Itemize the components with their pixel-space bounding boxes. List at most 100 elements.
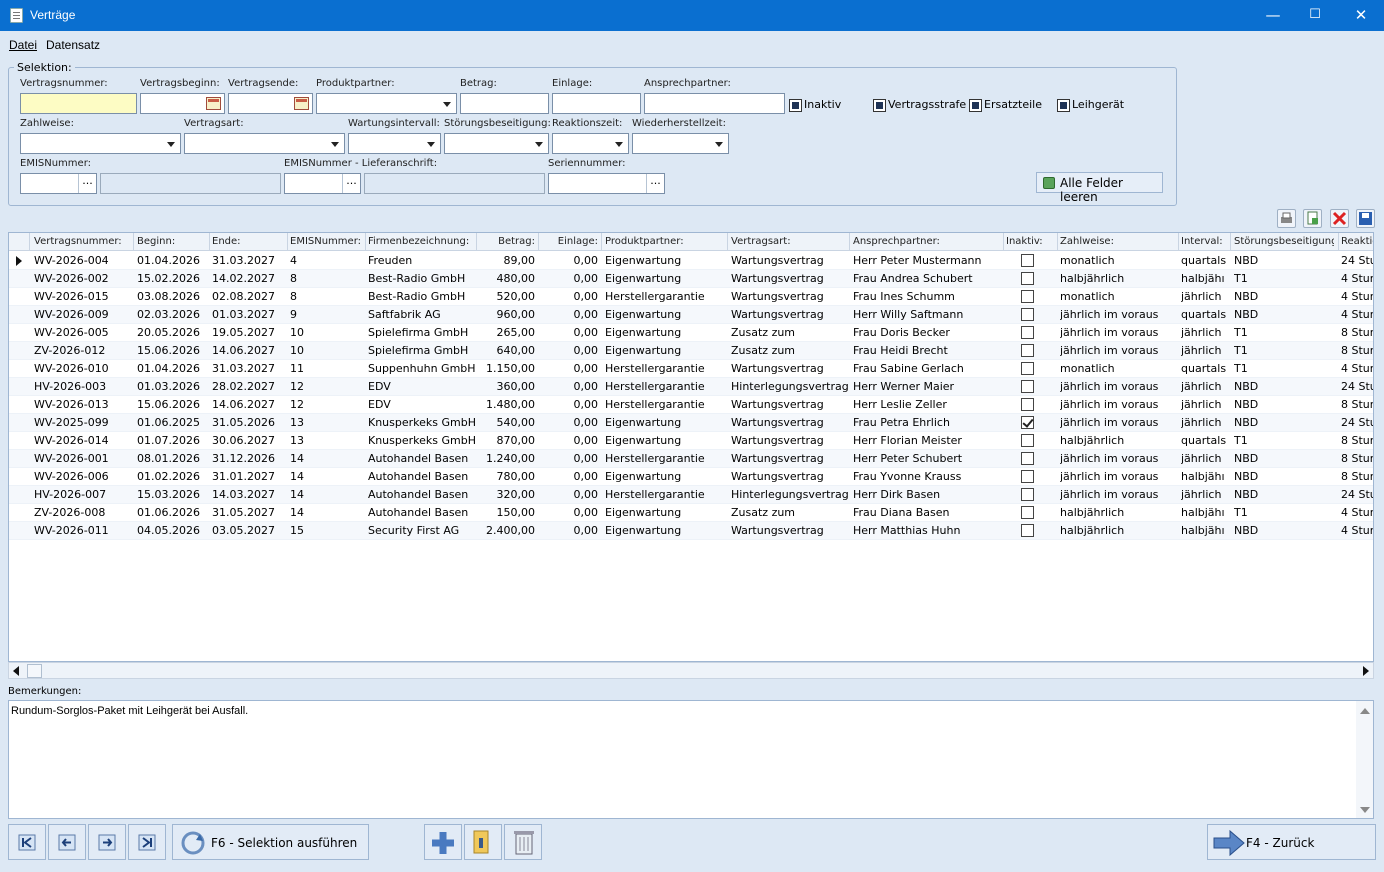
header-separator[interactable] xyxy=(287,233,288,251)
remarks-scrollbar[interactable] xyxy=(1356,701,1373,818)
column-header[interactable]: Vertragsnummer: xyxy=(34,236,134,247)
header-separator[interactable] xyxy=(538,233,539,251)
column-header[interactable]: Firmenbezeichnung: xyxy=(368,236,476,247)
emis-delivery-lookup-button[interactable]: ... xyxy=(342,174,360,193)
horizontal-scrollbar[interactable] xyxy=(8,662,1374,679)
table-row[interactable]: WV-2026-004 01.04.2026 31.03.2027 4 Freuden 8… xyxy=(9,252,1373,270)
next-record-button[interactable] xyxy=(88,824,126,860)
table-row[interactable]: WV-2026-005 20.05.2026 19.05.2027 10 Spielef… xyxy=(9,324,1373,342)
header-separator[interactable] xyxy=(365,233,366,251)
calendar-icon[interactable] xyxy=(294,97,309,110)
table-row[interactable]: HV-2026-007 15.03.2026 14.03.2027 14 Autohan… xyxy=(9,486,1373,504)
table-row[interactable]: WV-2026-011 04.05.2026 03.05.2027 15 Securit… xyxy=(9,522,1373,540)
column-header[interactable]: Vertragsart: xyxy=(731,236,849,247)
emis-delivery-input[interactable]: ... xyxy=(284,173,361,194)
contract-start-input[interactable] xyxy=(140,93,225,114)
column-header[interactable]: Inaktiv: xyxy=(1006,236,1056,247)
first-record-button[interactable] xyxy=(8,824,46,860)
table-row[interactable]: WV-2026-010 01.04.2026 31.03.2027 11 Suppenh… xyxy=(9,360,1373,378)
table-row[interactable]: WV-2026-015 03.08.2026 02.08.2027 8 Best-Rad… xyxy=(9,288,1373,306)
table-row[interactable]: WV-2026-002 15.02.2026 14.02.2027 8 Best-Rad… xyxy=(9,270,1373,288)
menu-record[interactable]: Datensatz xyxy=(46,38,100,52)
last-record-button[interactable] xyxy=(128,824,166,860)
maximize-button[interactable]: ☐ xyxy=(1292,0,1338,31)
header-separator[interactable] xyxy=(601,233,602,251)
column-header[interactable]: Beginn: xyxy=(137,236,209,247)
contracts-grid[interactable]: Vertragsnummer: Beginn: Ende: EMISNummer: Fi… xyxy=(8,232,1374,662)
column-header[interactable]: Einlage: xyxy=(540,236,598,247)
header-separator[interactable] xyxy=(1178,233,1179,251)
row-inactive-checkbox[interactable] xyxy=(1021,380,1034,393)
delete-record-icon[interactable] xyxy=(1330,209,1349,228)
column-header[interactable]: Ende: xyxy=(212,236,287,247)
header-separator[interactable] xyxy=(849,233,850,251)
column-header[interactable]: Reaktio xyxy=(1341,236,1373,247)
row-inactive-checkbox[interactable] xyxy=(1021,308,1034,321)
row-inactive-checkbox[interactable] xyxy=(1021,254,1034,267)
table-row[interactable]: WV-2026-009 02.03.2026 01.03.2027 9 Saftfabr… xyxy=(9,306,1373,324)
serial-lookup-button[interactable]: ... xyxy=(646,174,664,193)
calendar-icon[interactable] xyxy=(206,97,221,110)
remarks-textarea[interactable]: Rundum-Sorglos-Paket mit Leihgerät bei A… xyxy=(8,700,1374,819)
trash-button[interactable] xyxy=(504,824,542,860)
add-button[interactable] xyxy=(424,824,462,860)
header-separator[interactable] xyxy=(1338,233,1339,251)
penalty-checkbox[interactable] xyxy=(873,99,886,112)
emis-input[interactable]: ... xyxy=(20,173,97,194)
previous-record-button[interactable] xyxy=(48,824,86,860)
table-row[interactable]: ZV-2026-012 15.06.2026 14.06.2027 10 Spielef… xyxy=(9,342,1373,360)
minimize-button[interactable]: — xyxy=(1250,0,1296,31)
scroll-thumb[interactable] xyxy=(27,664,42,678)
open-button[interactable] xyxy=(464,824,502,860)
row-inactive-checkbox[interactable] xyxy=(1021,272,1034,285)
header-separator[interactable] xyxy=(727,233,728,251)
table-row[interactable]: HV-2026-003 01.03.2026 28.02.2027 12 EDV 360,… xyxy=(9,378,1373,396)
row-inactive-checkbox[interactable] xyxy=(1021,416,1034,429)
print-icon[interactable] xyxy=(1277,209,1296,228)
table-row[interactable]: WV-2025-099 01.06.2025 31.05.2026 13 Knusper… xyxy=(9,414,1373,432)
row-inactive-checkbox[interactable] xyxy=(1021,524,1034,537)
contract-type-select[interactable] xyxy=(184,133,345,154)
amount-input[interactable] xyxy=(460,93,549,114)
table-row[interactable]: ZV-2026-008 01.06.2026 31.05.2027 14 Autohan… xyxy=(9,504,1373,522)
column-header[interactable]: Störungsbeseitigung: xyxy=(1234,236,1334,247)
table-row[interactable]: WV-2026-001 08.01.2026 31.12.2026 14 Autohan… xyxy=(9,450,1373,468)
row-inactive-checkbox[interactable] xyxy=(1021,488,1034,501)
spare-parts-checkbox[interactable] xyxy=(969,99,982,112)
menu-file[interactable]: Datei xyxy=(9,38,37,52)
maint-interval-select[interactable] xyxy=(348,133,441,154)
restore-select[interactable] xyxy=(632,133,729,154)
row-inactive-checkbox[interactable] xyxy=(1021,506,1034,519)
column-header[interactable]: Betrag: xyxy=(479,236,535,247)
scroll-up-icon[interactable] xyxy=(1360,708,1370,714)
column-header[interactable]: EMISNummer: xyxy=(290,236,365,247)
header-separator[interactable] xyxy=(1230,233,1231,251)
back-button[interactable]: F4 - Zurück xyxy=(1207,824,1376,860)
column-header[interactable]: Ansprechpartner: xyxy=(853,236,1003,247)
row-inactive-checkbox[interactable] xyxy=(1021,470,1034,483)
table-row[interactable]: WV-2026-006 01.02.2026 31.01.2027 14 Autohan… xyxy=(9,468,1373,486)
save-icon[interactable] xyxy=(1356,209,1375,228)
row-inactive-checkbox[interactable] xyxy=(1021,452,1034,465)
scroll-down-icon[interactable] xyxy=(1360,807,1370,813)
row-inactive-checkbox[interactable] xyxy=(1021,326,1034,339)
column-header[interactable]: Zahlweise: xyxy=(1060,236,1177,247)
close-button[interactable]: ✕ xyxy=(1338,0,1384,31)
emis-lookup-button[interactable]: ... xyxy=(78,174,96,193)
header-separator[interactable] xyxy=(29,233,30,251)
run-selection-button[interactable]: F6 - Selektion ausführen xyxy=(172,824,369,860)
table-row[interactable]: WV-2026-014 01.07.2026 30.06.2027 13 Knusper… xyxy=(9,432,1373,450)
row-inactive-checkbox[interactable] xyxy=(1021,398,1034,411)
row-inactive-checkbox[interactable] xyxy=(1021,290,1034,303)
contract-end-input[interactable] xyxy=(228,93,313,114)
product-partner-select[interactable] xyxy=(316,93,457,114)
header-separator[interactable] xyxy=(1057,233,1058,251)
scroll-right-icon[interactable] xyxy=(1363,666,1369,676)
payment-select[interactable] xyxy=(20,133,181,154)
header-separator[interactable] xyxy=(1003,233,1004,251)
clear-all-button[interactable]: Alle Felder leeren xyxy=(1036,172,1163,204)
contact-input[interactable] xyxy=(644,93,785,114)
header-separator[interactable] xyxy=(209,233,210,251)
row-inactive-checkbox[interactable] xyxy=(1021,434,1034,447)
serial-input[interactable]: ... xyxy=(548,173,665,194)
